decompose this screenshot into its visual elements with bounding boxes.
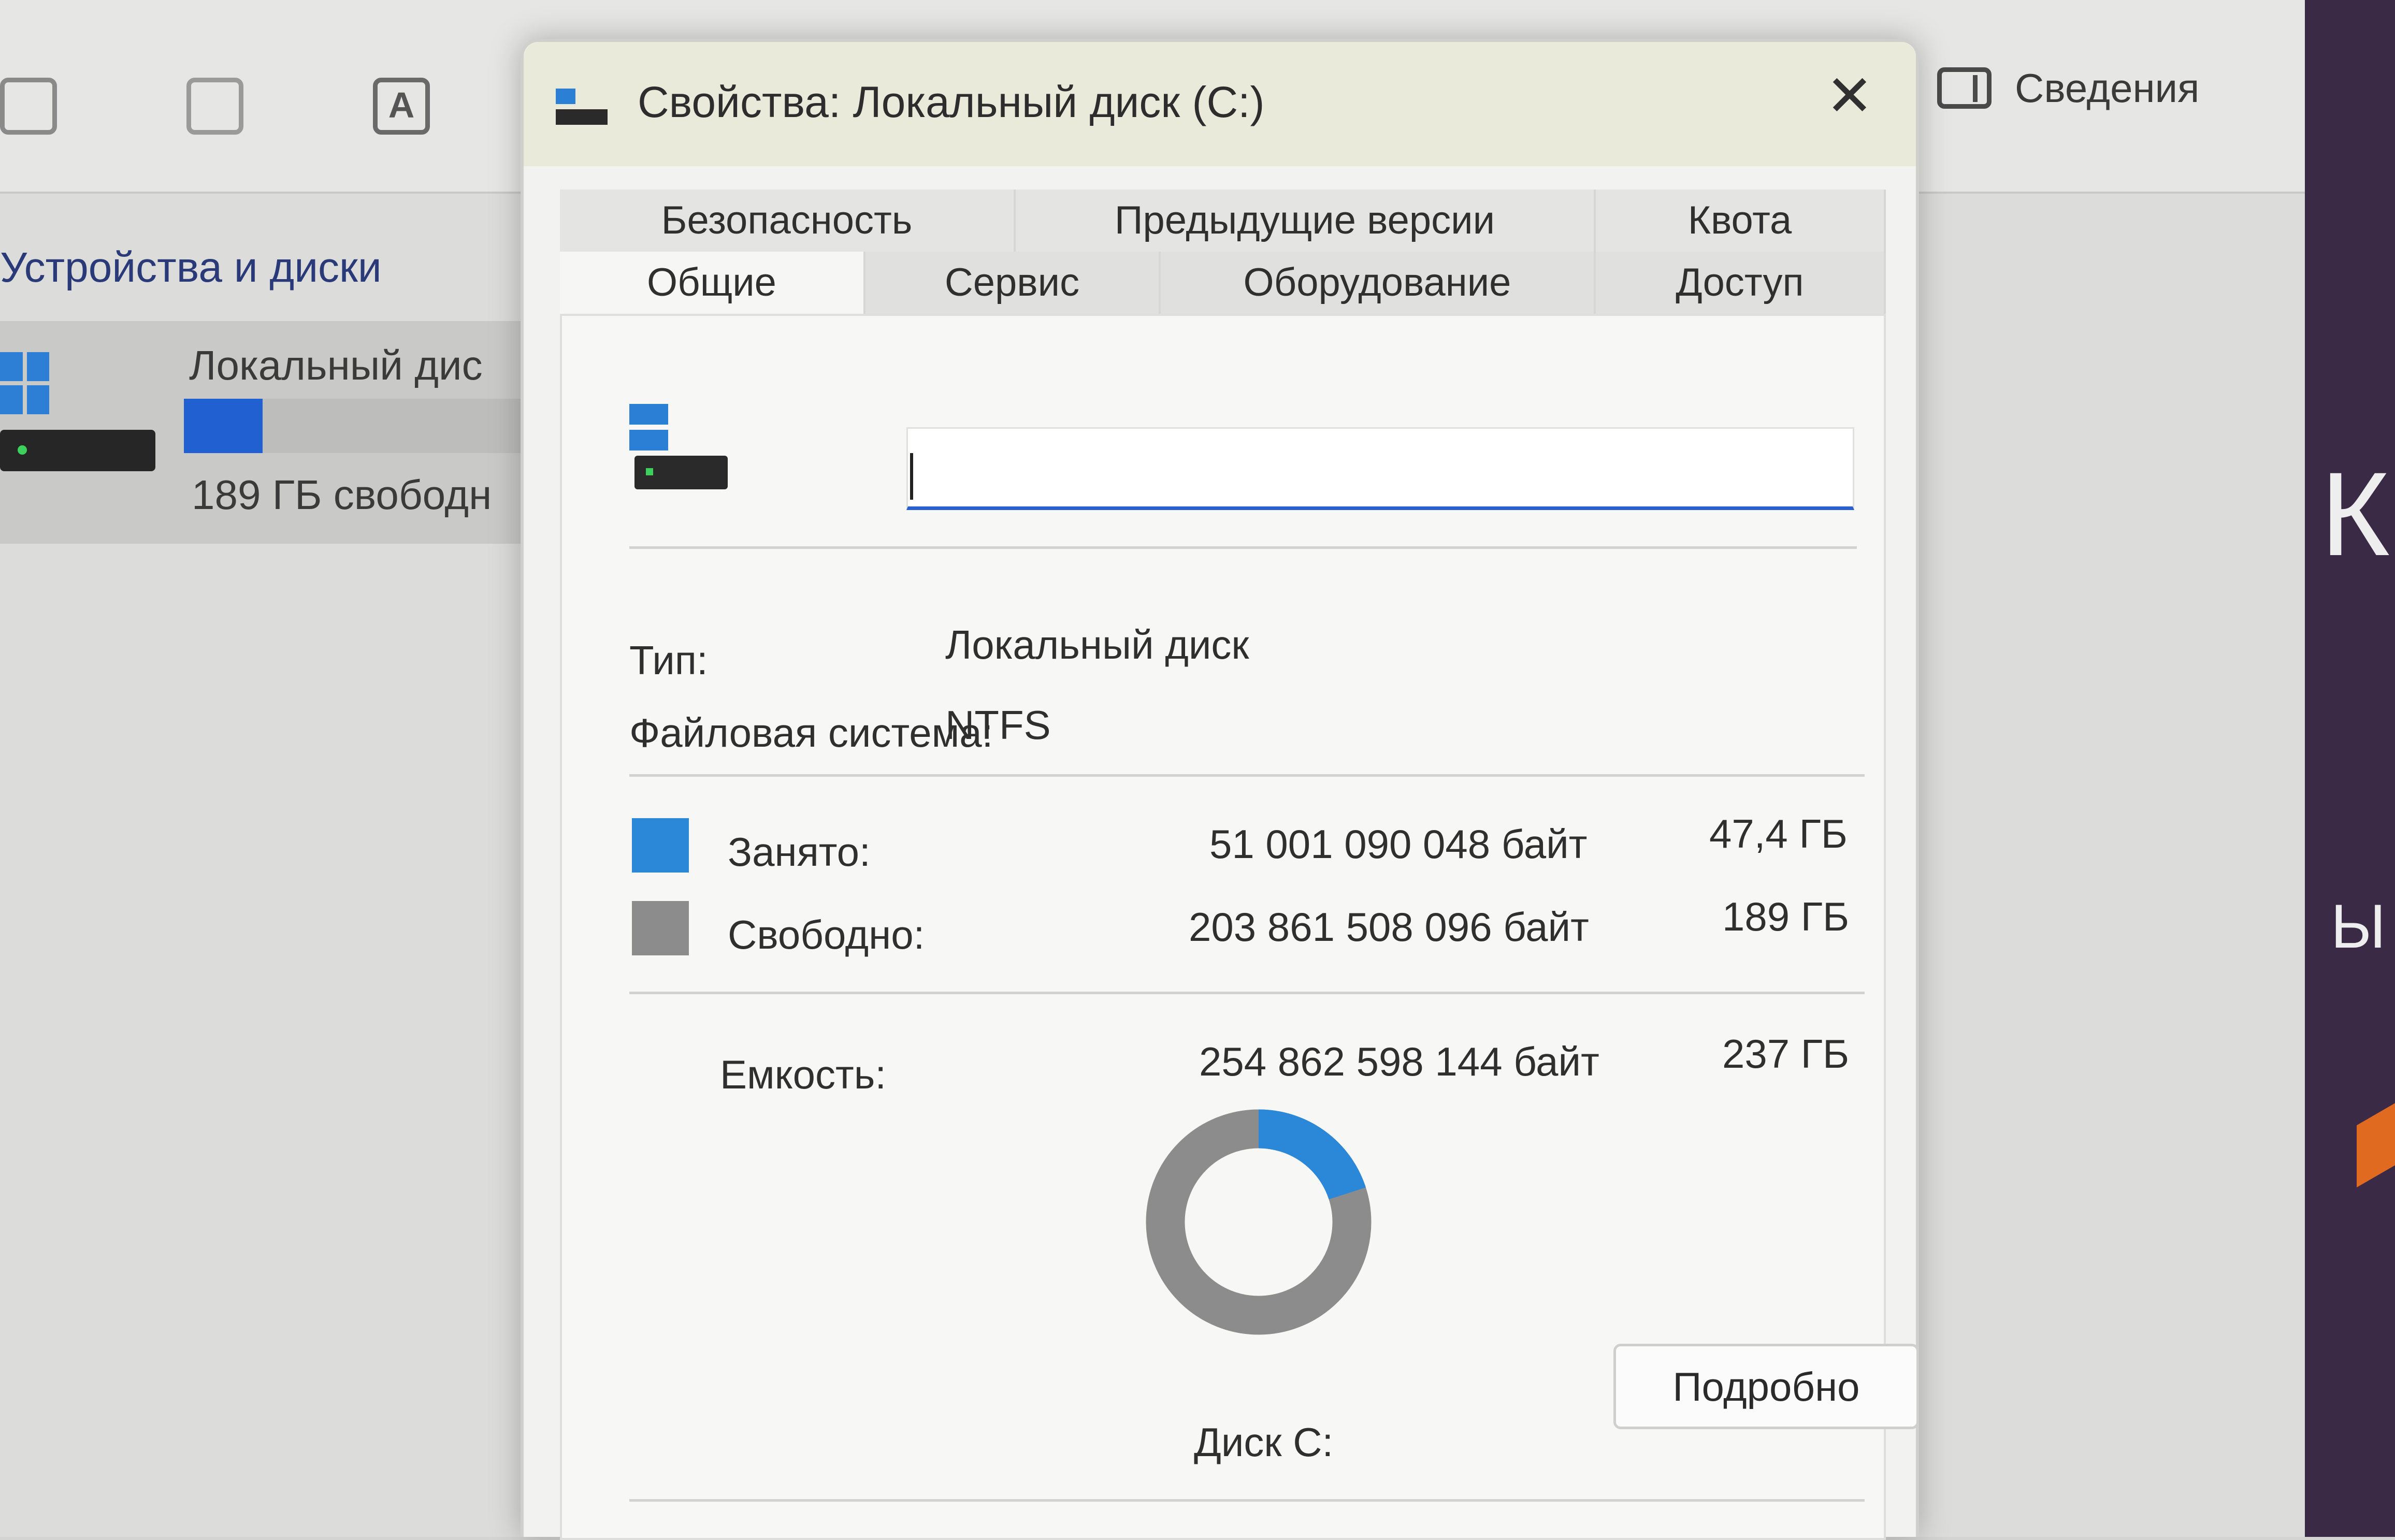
drive-tile-free: 189 ГБ свободн	[192, 472, 492, 518]
close-button[interactable]: ✕	[1819, 65, 1881, 127]
close-icon: ✕	[1825, 64, 1874, 128]
devices-section-title: Устройства и диски	[0, 244, 382, 291]
background-letter-2: Ы	[2331, 892, 2386, 961]
windows-logo-icon	[0, 352, 49, 414]
tab-previous-versions[interactable]: Предыдущие версии	[1016, 190, 1596, 252]
tab-hardware[interactable]: Оборудование	[1161, 252, 1596, 314]
tab-general[interactable]: Общие	[560, 252, 865, 314]
disk-usage-donut	[1139, 1103, 1378, 1341]
capacity-size: 237 ГБ	[1722, 1031, 1850, 1077]
general-tab-panel: Тип: Локальный диск Файловая система: NT…	[560, 314, 1919, 1540]
background-letter: К	[2320, 447, 2390, 580]
used-color-swatch	[632, 818, 689, 873]
divider	[629, 992, 1865, 994]
free-bytes: 203 861 508 096 байт	[1189, 904, 1589, 950]
drive-usage-bar	[184, 399, 578, 453]
tab-sharing[interactable]: Доступ	[1596, 252, 1886, 314]
dialog-title: Свойства: Локальный диск (C:)	[638, 78, 1265, 126]
drive-icon	[0, 430, 155, 471]
paste-icon[interactable]	[186, 78, 243, 135]
drive-large-icon	[629, 404, 728, 497]
details-button[interactable]: Подробно	[1613, 1344, 1919, 1429]
divider	[629, 546, 1857, 549]
dialog-titlebar[interactable]: Свойства: Локальный диск (C:) ✕	[524, 42, 1916, 166]
divider	[629, 774, 1865, 777]
tab-security[interactable]: Безопасность	[560, 190, 1016, 252]
tab-tools[interactable]: Сервис	[865, 252, 1161, 314]
background-stripe	[2357, 1101, 2395, 1188]
drive-usage-fill	[184, 399, 263, 453]
filesystem-label: Файловая система:	[629, 710, 993, 756]
disk-label: Диск C:	[1194, 1419, 1334, 1465]
filesystem-value: NTFS	[945, 702, 1051, 748]
divider	[629, 1499, 1865, 1502]
drive-c-tile[interactable]: Локальный дис 189 ГБ свободн	[0, 321, 578, 544]
free-size: 189 ГБ	[1722, 894, 1850, 939]
type-label: Тип:	[629, 637, 708, 683]
drive-icon	[556, 89, 608, 130]
capacity-bytes: 254 862 598 144 байт	[1199, 1039, 1599, 1084]
background-window-edge: К Ы	[2305, 0, 2395, 1537]
disk-usage-donut-svg	[1146, 1109, 1372, 1335]
used-label: Занято:	[728, 829, 871, 875]
free-label: Свободно:	[728, 912, 925, 957]
details-pane-label: Сведения	[2015, 65, 2200, 111]
drive-name-input[interactable]	[906, 427, 1854, 510]
used-bytes: 51 001 090 048 байт	[1209, 821, 1588, 867]
tab-quota[interactable]: Квота	[1596, 190, 1886, 252]
free-color-swatch	[632, 901, 689, 955]
rename-icon[interactable]: A	[373, 78, 430, 135]
copy-icon[interactable]	[0, 78, 57, 135]
drive-tile-name: Локальный дис	[189, 342, 483, 388]
details-pane-icon	[1937, 67, 1992, 109]
used-size: 47,4 ГБ	[1709, 811, 1848, 856]
type-value: Локальный диск	[945, 622, 1249, 667]
properties-dialog: Свойства: Локальный диск (C:) ✕ Безопасн…	[521, 39, 1919, 1540]
capacity-label: Емкость:	[720, 1052, 887, 1097]
details-pane-button[interactable]: Сведения	[1937, 57, 2199, 119]
text-caret	[910, 453, 913, 500]
